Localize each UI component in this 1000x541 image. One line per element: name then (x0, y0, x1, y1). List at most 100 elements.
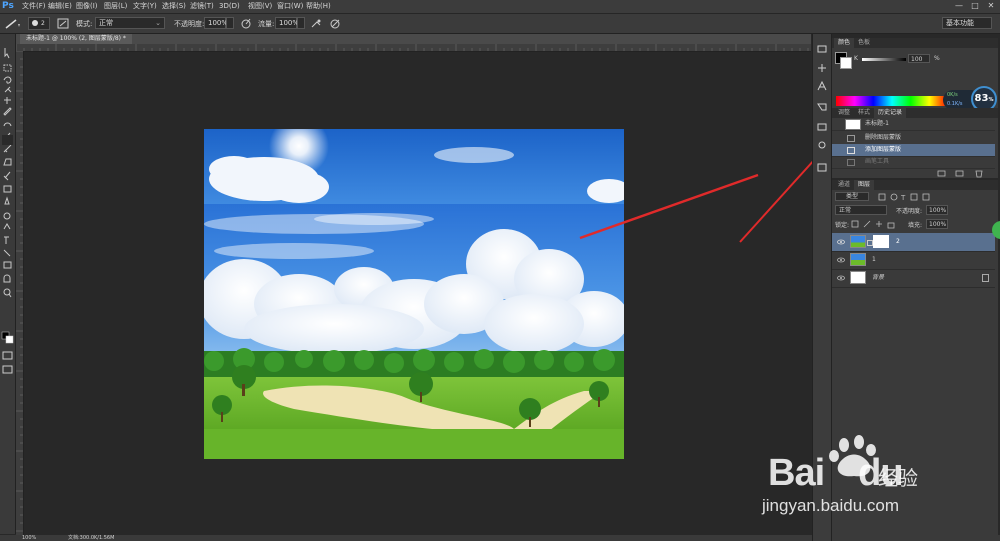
color-swatches[interactable] (2, 332, 13, 344)
maximize-button[interactable]: □ (968, 0, 982, 12)
gradient-tool-button[interactable] (2, 184, 13, 194)
marquee-tool-button[interactable] (2, 64, 13, 74)
tab-adjustments[interactable]: 调整 (834, 108, 854, 118)
eyedropper-tool-button[interactable] (2, 112, 13, 122)
pressure-size-icon[interactable] (329, 18, 341, 29)
tab-swatches[interactable]: 色板 (854, 38, 874, 48)
visibility-eye-icon[interactable] (837, 274, 845, 282)
mode-value: 正常 (99, 19, 113, 27)
menu-type[interactable]: 文字(Y) (133, 1, 157, 12)
layer-mask-thumbnail[interactable] (873, 235, 889, 248)
layer-name[interactable]: 背景 (872, 273, 884, 282)
zoom-level[interactable]: 100% (22, 535, 36, 541)
menu-3d[interactable]: 3D(D) (219, 1, 240, 12)
history-state-icon (847, 147, 855, 154)
menu-filter[interactable]: 滤镜(T) (190, 1, 214, 12)
layer-opacity-input[interactable]: 100% (926, 205, 948, 215)
menu-help[interactable]: 帮助(H) (306, 1, 331, 12)
eraser-tool-button[interactable] (2, 172, 13, 182)
dock-info-button[interactable] (815, 124, 829, 136)
k-channel-slider[interactable] (862, 58, 906, 61)
layer-row-2[interactable]: 2 (832, 233, 995, 252)
dock-properties-button[interactable] (815, 144, 829, 156)
lock-icon (982, 274, 989, 282)
visibility-eye-icon[interactable] (837, 238, 845, 246)
lock-icons[interactable] (850, 219, 900, 229)
pressure-opacity-icon[interactable] (240, 18, 252, 29)
brush-panel-icon[interactable] (57, 18, 69, 29)
brush-tool-icon[interactable] (4, 18, 22, 29)
color-spectrum-ramp[interactable] (836, 96, 948, 106)
document-tab-bar: 未标题-1 @ 100% (2, 图层蒙版/8) * (16, 34, 811, 44)
pen-tool-button[interactable] (2, 222, 13, 232)
blend-mode-select[interactable]: 正常 (835, 205, 887, 215)
lasso-tool-button[interactable] (2, 76, 13, 86)
shape-tool-button[interactable] (2, 260, 13, 270)
blur-tool-button[interactable] (2, 196, 13, 206)
snapshot-thumb (845, 119, 861, 130)
layer-filter-select[interactable]: 类型 (835, 192, 869, 201)
history-snapshot[interactable]: 未标题-1 (832, 118, 995, 131)
layer-filter-icons[interactable]: T (877, 192, 957, 202)
visibility-eye-icon[interactable] (837, 256, 845, 264)
airbrush-icon[interactable] (310, 18, 322, 29)
hand-tool-button[interactable] (2, 274, 13, 284)
path-select-tool-button[interactable] (2, 246, 13, 256)
opacity-dropdown[interactable] (226, 17, 234, 29)
workspace-select[interactable]: 基本功能 (942, 17, 992, 29)
history-footer-icons[interactable] (932, 170, 992, 178)
minimize-button[interactable]: — (952, 0, 966, 12)
menu-view[interactable]: 视图(V) (248, 1, 272, 12)
horizontal-ruler[interactable] (16, 44, 811, 52)
menu-layer[interactable]: 图层(L) (104, 1, 127, 12)
history-item-undone[interactable]: 画笔工具 (832, 156, 995, 169)
move-tool-button[interactable] (2, 48, 13, 58)
layer-name[interactable]: 1 (872, 255, 876, 264)
history-state-icon (847, 135, 855, 142)
dock-character-button[interactable] (815, 84, 829, 96)
tab-channels[interactable]: 通道 (834, 180, 854, 190)
menu-select[interactable]: 选择(S) (162, 1, 186, 12)
zoom-tool-button[interactable] (2, 288, 13, 298)
dock-paragraph-button[interactable] (815, 104, 829, 116)
flow-dropdown[interactable] (297, 17, 305, 29)
dock-history-button[interactable] (815, 44, 829, 56)
workspace-value: 基本功能 (946, 19, 974, 27)
background-color-swatch[interactable] (840, 57, 852, 69)
tab-layers[interactable]: 图层 (854, 180, 875, 190)
k-channel-input[interactable]: 100 (908, 54, 930, 63)
tab-color[interactable]: 颜色 (834, 38, 855, 48)
brush-tool-button[interactable] (2, 135, 13, 145)
layer-thumbnail (850, 271, 866, 284)
tab-styles[interactable]: 样式 (854, 108, 874, 118)
screen-mode-button[interactable] (2, 366, 13, 376)
dock-brush-button[interactable] (815, 64, 829, 76)
fill-input[interactable]: 100% (926, 219, 948, 229)
brush-preset-picker[interactable]: 2 (28, 17, 50, 30)
document-tab[interactable]: 未标题-1 @ 100% (2, 图层蒙版/8) * (20, 34, 132, 44)
dodge-tool-button[interactable] (2, 210, 13, 220)
close-button[interactable]: ✕ (984, 0, 998, 12)
layer-row-background[interactable]: 背景 (832, 269, 995, 288)
document-canvas[interactable] (204, 129, 624, 459)
crop-tool-button[interactable] (2, 100, 13, 110)
menu-file[interactable]: 文件(F) (22, 1, 46, 12)
layer-row-1[interactable]: 1 (832, 251, 995, 270)
menu-edit[interactable]: 编辑(E) (48, 1, 72, 12)
opacity-input[interactable]: 100% (204, 17, 228, 29)
tab-history[interactable]: 历史记录 (874, 108, 907, 118)
ruler-ticks-h (16, 44, 809, 51)
mode-select[interactable]: 正常 ⌄ (95, 17, 165, 29)
layer-name[interactable]: 2 (896, 237, 900, 246)
menu-window[interactable]: 窗口(W) (277, 1, 303, 12)
clone-stamp-tool-button[interactable] (2, 148, 13, 158)
vertical-ruler[interactable] (16, 51, 24, 535)
menu-image[interactable]: 图像(I) (76, 1, 98, 12)
quick-mask-button[interactable] (2, 352, 13, 362)
dock-actions-button[interactable] (815, 164, 829, 176)
healing-tool-button[interactable] (2, 124, 13, 134)
type-tool-button[interactable] (2, 234, 13, 244)
flow-input[interactable]: 100% (275, 17, 299, 29)
quick-select-tool-button[interactable] (2, 88, 13, 98)
history-brush-tool-button[interactable] (2, 160, 13, 170)
